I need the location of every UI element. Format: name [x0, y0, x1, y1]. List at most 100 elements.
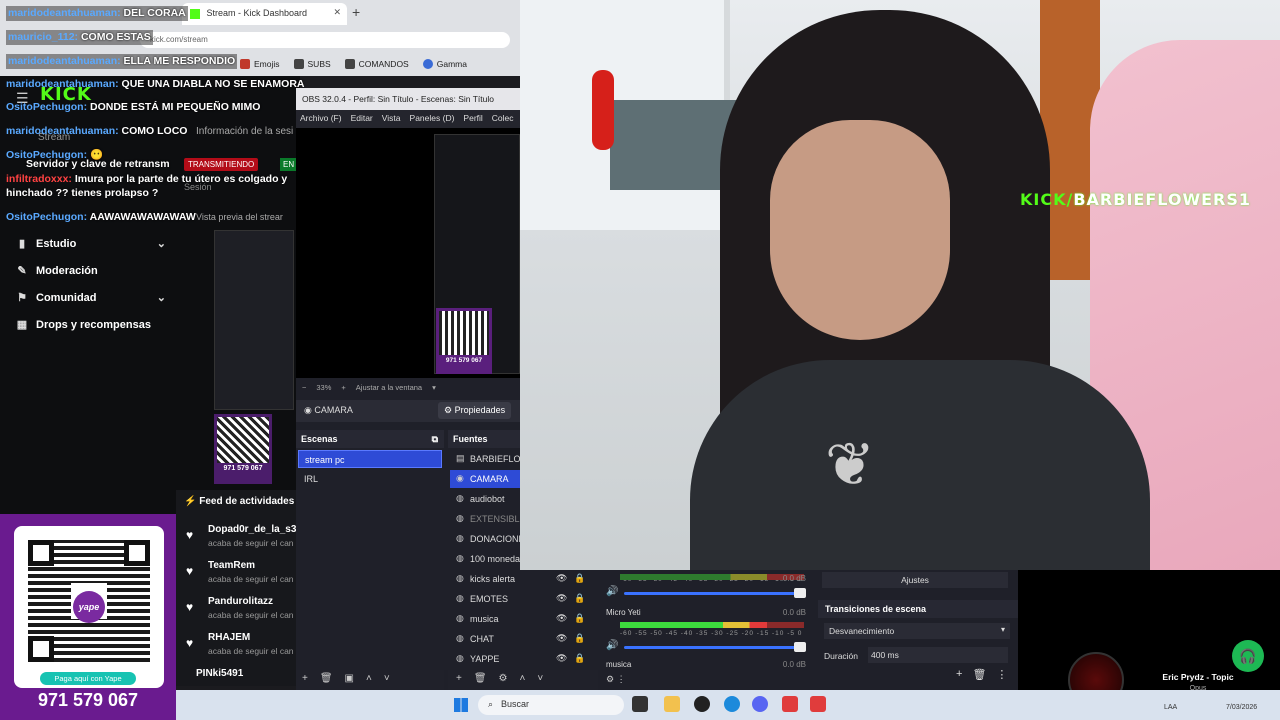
arrow-up-icon[interactable]: ˄	[520, 673, 526, 687]
folder-icon[interactable]	[664, 696, 680, 712]
menu-editar[interactable]: Editar	[351, 113, 373, 125]
chevron-down-icon[interactable]: ▾	[432, 383, 436, 393]
menu-colecciones[interactable]: Colec	[492, 113, 514, 125]
chat-text: ELLA ME RESPONDIO	[123, 55, 236, 67]
tab-close-icon[interactable]: ✕	[333, 7, 341, 18]
source-item[interactable]: ◍ musica 👁 🔒	[450, 610, 596, 628]
globe-icon: ◍	[456, 653, 464, 663]
sidebar-item-moderacion[interactable]: ✎ Moderación	[16, 264, 166, 278]
dock-icon[interactable]: ⧉	[432, 434, 438, 445]
sidebar-item-label: Drops y recompensas	[36, 318, 151, 331]
arrow-up-icon[interactable]: ˄	[366, 673, 372, 687]
sidebar-item-drops[interactable]: ▦ Drops y recompensas	[16, 318, 166, 332]
settings-button[interactable]: Ajustes	[822, 572, 1008, 588]
gear-icon[interactable]: ⚙	[499, 673, 508, 687]
browser-tab[interactable]: Stream - Kick Dashboard ✕	[182, 3, 347, 25]
add-icon[interactable]: +	[456, 673, 462, 687]
obs-icon[interactable]	[694, 696, 710, 712]
bookmark-emojis[interactable]: Emojis	[240, 56, 280, 72]
audio-mixer: -60 -55 -50 -45 -40 -35 -30 -25 -20 -15 …	[598, 570, 818, 690]
chat-username: mauricio_112:	[8, 31, 79, 43]
zoom-in-icon[interactable]: +	[341, 383, 345, 393]
lock-icon[interactable]: 🔒	[574, 573, 585, 584]
eye-icon[interactable]: 👁	[556, 573, 567, 584]
filter-icon[interactable]: ▣	[345, 673, 354, 687]
chat-message: maridodeantahuaman: ELLA ME RESPONDIO	[6, 54, 238, 69]
track-name: musica	[606, 660, 632, 669]
windows-start-icon[interactable]	[454, 698, 468, 712]
source-item[interactable]: ◉ CAMARA	[450, 470, 520, 488]
menu-archivo[interactable]: Archivo (F)	[300, 113, 342, 125]
volume-slider[interactable]	[624, 588, 806, 598]
eye-icon[interactable]: 👁	[556, 593, 567, 604]
new-tab-icon[interactable]: +	[352, 4, 360, 20]
source-item[interactable]: ◍ EMOTES 👁 🔒	[450, 590, 596, 608]
eye-icon[interactable]: 👁	[556, 613, 567, 624]
overlay-prefix: KICK/	[1020, 190, 1074, 209]
eye-icon[interactable]: 👁	[556, 633, 567, 644]
source-label: EMOTES	[470, 594, 509, 604]
volume-slider[interactable]	[624, 642, 806, 652]
taskview-icon[interactable]	[632, 696, 648, 712]
eye-icon[interactable]: 👁	[556, 653, 567, 664]
properties-button[interactable]: ⚙ Propiedades	[438, 402, 512, 419]
arrow-down-icon[interactable]: ˅	[384, 673, 390, 687]
sidebar-item-comunidad[interactable]: ⚑ Comunidad ⌄	[16, 291, 166, 305]
menu-vista[interactable]: Vista	[382, 113, 401, 125]
source-item[interactable]: ◍ kicks alerta 👁 🔒	[450, 570, 596, 588]
language-indicator[interactable]: LAA	[1164, 704, 1177, 711]
edge-icon[interactable]	[724, 696, 740, 712]
zoom-out-icon[interactable]: −	[302, 383, 306, 393]
app-icon[interactable]	[782, 696, 798, 712]
chat-message: hinchado ?? tienes prolapso ?	[6, 187, 158, 200]
add-icon[interactable]: +	[302, 673, 308, 687]
camera-icon: ◉	[304, 405, 312, 415]
bookmark-comandos[interactable]: COMANDOS	[344, 56, 409, 72]
speaker-icon[interactable]: 🔊	[606, 586, 618, 597]
globe-icon: ◍	[456, 593, 464, 603]
lock-icon[interactable]: 🔒	[574, 653, 585, 664]
heart-icon: ♥	[186, 564, 194, 578]
lock-icon[interactable]: 🔒	[574, 633, 585, 644]
bookmark-gamma[interactable]: Gamma	[422, 56, 467, 72]
scene-item[interactable]: stream pc	[298, 450, 442, 468]
arrow-down-icon[interactable]: ˅	[537, 673, 543, 687]
source-item[interactable]: ◍ CHAT 👁 🔒	[450, 630, 596, 648]
taskbar-search[interactable]: ⌕ Buscar	[478, 695, 624, 715]
settings-icon[interactable]: ⚙ ⋮	[606, 674, 626, 685]
chat-message: maridodeantahuaman: COMO LOCO	[6, 125, 187, 138]
bookmark-subs[interactable]: SUBS	[293, 56, 331, 72]
fit-window-button[interactable]: Ajustar a la ventana	[356, 383, 422, 393]
wrench-icon: ✎	[17, 265, 27, 277]
obs-preview[interactable]: 971 579 067	[296, 128, 520, 378]
trash-icon[interactable]: 🗑	[320, 673, 333, 687]
duration-input[interactable]: 400 ms	[868, 647, 1008, 663]
yape-pay-label: Paga aquí con Yape	[40, 672, 136, 685]
app-icon[interactable]	[810, 696, 826, 712]
slider-handle[interactable]	[794, 588, 806, 598]
chat-username: maridodeantahuaman:	[8, 55, 121, 67]
obs-source-toolbar: ◉ CAMARA ⚙ Propiedades	[296, 400, 520, 422]
trash-icon[interactable]: 🗑	[972, 668, 986, 681]
search-icon: ⌕	[488, 699, 494, 709]
transition-select[interactable]: Desvanecimiento ▾	[824, 623, 1010, 639]
clock-date[interactable]: 7/03/2026	[1226, 704, 1257, 711]
chat-text: QUE UNA DIABLA NO SE ENAMORA	[121, 78, 305, 90]
menu-paneles[interactable]: Paneles (D)	[410, 113, 455, 125]
more-icon[interactable]: ⋮	[996, 668, 1007, 681]
sidebar-item-estudio[interactable]: ▮ Estudio ⌄	[16, 237, 166, 251]
speaker-icon[interactable]: 🔊	[606, 640, 618, 651]
lock-icon[interactable]: 🔒	[574, 593, 585, 604]
source-item[interactable]: ◍ YAPPE 👁 🔒	[450, 650, 596, 668]
lock-icon[interactable]: 🔒	[574, 613, 585, 624]
headset-icon[interactable]: 🎧	[1232, 640, 1264, 672]
discord-icon[interactable]	[752, 696, 768, 712]
stream-preview	[214, 230, 294, 410]
scene-item[interactable]: IRL	[298, 470, 442, 488]
address-bar[interactable]: kick.com/stream	[140, 32, 510, 48]
trash-icon[interactable]: 🗑	[474, 673, 487, 687]
add-icon[interactable]: +	[956, 668, 962, 681]
feed-username: Pandurolitazz	[208, 596, 274, 607]
slider-handle[interactable]	[794, 642, 806, 652]
menu-perfil[interactable]: Perfil	[463, 113, 482, 125]
